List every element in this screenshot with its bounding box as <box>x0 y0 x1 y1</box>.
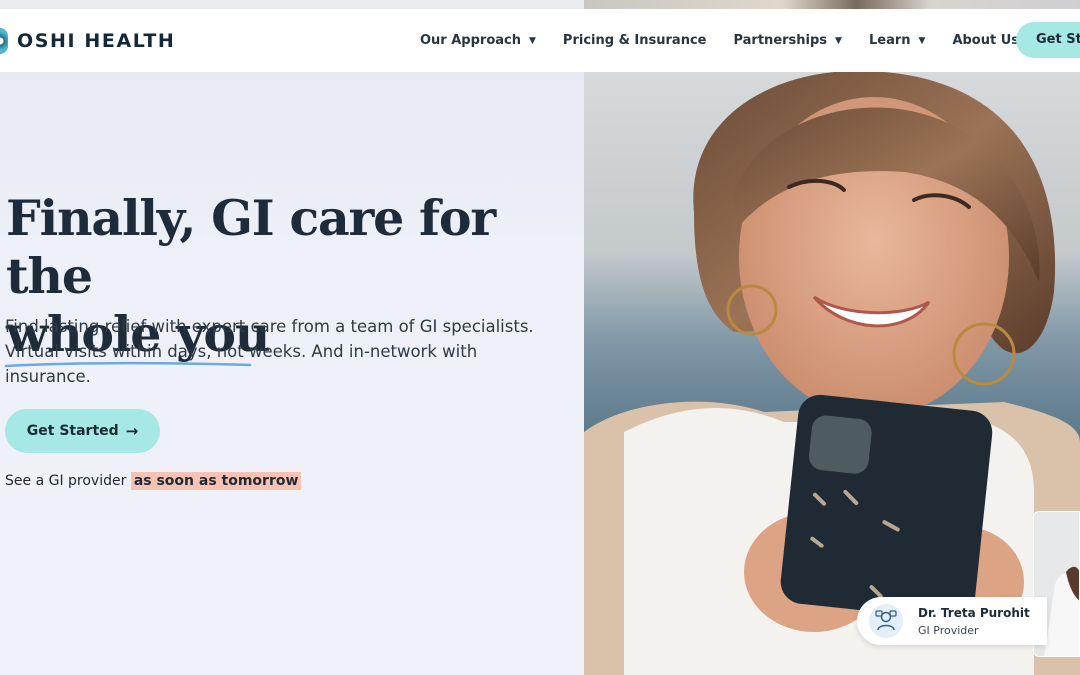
hero-cta-label: Get Started <box>26 423 119 439</box>
caret-down-icon: ▼ <box>918 35 926 46</box>
nav-item-our-approach[interactable]: Our Approach ▼ <box>420 33 536 48</box>
hero-subtext: Find lasting relief with expert care fro… <box>5 317 534 386</box>
nav-item-pricing-insurance[interactable]: Pricing & Insurance <box>563 33 707 48</box>
availability-prefix: See a GI provider <box>5 473 127 489</box>
arrow-right-icon: → <box>125 422 139 440</box>
availability-text: See a GI provider as soon as tomorrow <box>5 472 302 490</box>
logo-icon <box>0 28 8 54</box>
hero-section: Finally, GI care for the whole you Find … <box>0 72 584 675</box>
photo-illustration <box>584 72 1080 675</box>
hero-photo <box>584 72 1080 675</box>
provider-badge: Dr. Treta Purohit GI Provider <box>857 597 1047 645</box>
nav-item-learn[interactable]: Learn ▼ <box>869 33 925 48</box>
brand-logo[interactable]: OSHI HEALTH <box>0 27 175 55</box>
nav-item-label: Our Approach <box>420 33 521 48</box>
provider-role: GI Provider <box>918 624 979 637</box>
main-menu: Our Approach ▼ Pricing & Insurance Partn… <box>420 9 1061 72</box>
hero-get-started-button[interactable]: Get Started → <box>5 409 160 453</box>
doctor-icon-glyph <box>875 610 897 631</box>
top-strip <box>0 0 1080 9</box>
caret-down-icon: ▼ <box>529 35 536 46</box>
nav-item-label: Learn <box>868 33 911 48</box>
provider-name: Dr. Treta Purohit <box>918 606 1030 620</box>
brand-name: OSHI HEALTH <box>17 30 176 52</box>
nav-item-partnerships[interactable]: Partnerships ▼ <box>733 33 841 48</box>
nav-get-started-button[interactable]: Get Started <box>1016 22 1080 58</box>
top-strip-image <box>584 0 1080 9</box>
nav-item-label: Partnerships <box>733 33 828 48</box>
nav-item-label: About Us <box>952 33 1020 48</box>
availability-highlight: as soon as tomorrow <box>130 472 302 490</box>
nav-item-label: Pricing & Insurance <box>562 33 707 48</box>
headline-line-1: Finally, GI care for the <box>6 189 496 305</box>
caret-down-icon: ▼ <box>835 35 842 46</box>
doctor-icon <box>869 604 903 638</box>
top-navigation: OSHI HEALTH Our Approach ▼ Pricing & Ins… <box>0 9 1080 72</box>
